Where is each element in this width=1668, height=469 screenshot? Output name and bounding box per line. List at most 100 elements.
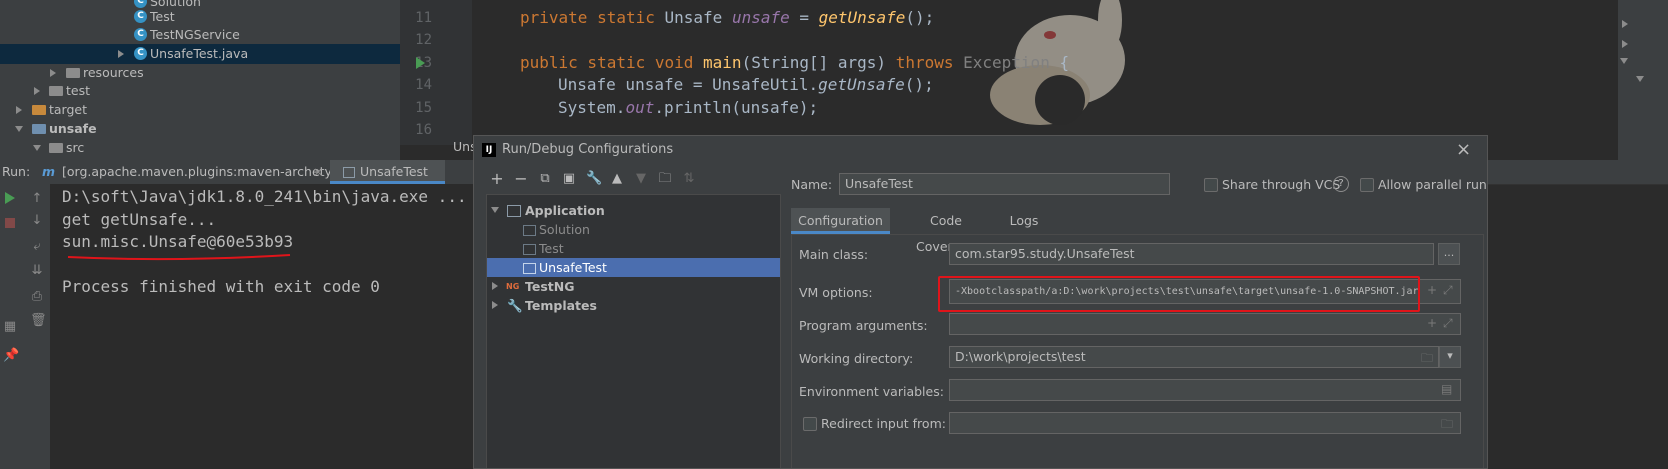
edit-list-icon[interactable]: ▤: [1441, 382, 1452, 396]
tree-item-unsafetest[interactable]: C UnsafeTest.java: [0, 44, 400, 64]
down-arrow-icon[interactable]: ↓: [30, 214, 44, 228]
pin-icon[interactable]: 📌: [3, 349, 19, 363]
help-icon[interactable]: ?: [1333, 176, 1349, 192]
expand-arrow-icon[interactable]: [1622, 40, 1628, 48]
collapse-arrow-icon[interactable]: [491, 207, 499, 213]
line-number: 16: [415, 122, 432, 138]
add-icon[interactable]: +: [1427, 283, 1437, 297]
folder-icon[interactable]: 🗀: [1441, 415, 1453, 436]
tab-logs[interactable]: Logs: [1004, 208, 1044, 234]
print-icon[interactable]: ⎙: [30, 290, 44, 304]
new-folder-icon[interactable]: 🗀: [658, 172, 672, 186]
scroll-to-end-icon[interactable]: ⇊: [30, 264, 44, 278]
module-icon: [32, 124, 46, 134]
main-class-field[interactable]: com.star95.study.UnsafeTest: [949, 243, 1434, 265]
folder-icon: [32, 105, 46, 115]
run-debug-dialog: IJ Run/Debug Configurations × + − ⧉ ▣ 🔧 …: [473, 135, 1488, 469]
tree-item-label: unsafe: [49, 121, 97, 136]
trash-icon[interactable]: 🗑: [30, 314, 47, 328]
tab-code-coverage[interactable]: Code Coverage: [901, 208, 991, 254]
line-number: 11: [415, 10, 432, 26]
testng-icon: NG: [506, 282, 520, 291]
add-icon[interactable]: +: [490, 171, 504, 187]
stop-icon[interactable]: [5, 218, 15, 228]
collapse-arrow-icon[interactable]: [1620, 58, 1628, 64]
folder-icon[interactable]: 🗀: [1421, 349, 1433, 370]
tree-node-testng[interactable]: NG TestNG: [487, 277, 780, 296]
program-arguments-field[interactable]: [949, 313, 1461, 335]
background-image: [990, 0, 1125, 125]
config-item-unsafetest[interactable]: UnsafeTest: [487, 258, 780, 277]
redirect-input-checkbox[interactable]: [803, 417, 817, 431]
expand-arrow-icon[interactable]: [492, 301, 498, 309]
browse-button[interactable]: ...: [1438, 243, 1460, 265]
share-vcs-checkbox[interactable]: [1204, 178, 1218, 192]
config-item-test[interactable]: Test: [487, 239, 780, 258]
tree-node-templates[interactable]: 🔧 Templates: [487, 296, 780, 315]
working-directory-field[interactable]: D:\work\projects\test: [949, 346, 1439, 368]
tree-item-resources[interactable]: resources: [0, 63, 400, 83]
project-tree-panel: C Solution C Test C TestNGService C Unsa…: [0, 0, 400, 168]
up-arrow-icon[interactable]: ↑: [30, 192, 44, 206]
code-line-13: public static void main(String[] args) t…: [520, 53, 1070, 72]
collapse-arrow-icon[interactable]: [33, 145, 41, 151]
close-icon[interactable]: ×: [1456, 136, 1471, 164]
console-line: get getUnsafe...: [62, 210, 217, 229]
expand-arrow-icon[interactable]: [118, 50, 124, 58]
move-up-icon[interactable]: ▲: [610, 172, 624, 186]
tree-item-label: TestNGService: [150, 27, 240, 42]
redirect-input-field[interactable]: [949, 412, 1461, 434]
tree-item-target[interactable]: target: [0, 100, 400, 120]
console-icon: [343, 167, 355, 178]
console-output[interactable]: D:\soft\Java\jdk1.8.0_241\bin\java.exe .…: [50, 184, 475, 469]
share-vcs-label: Share through VCS: [1222, 177, 1341, 192]
sort-icon[interactable]: ⇅: [682, 172, 696, 186]
run-tab-unsafetest[interactable]: UnsafeTest: [330, 160, 445, 184]
move-down-icon[interactable]: ▼: [634, 172, 648, 186]
tab-configuration[interactable]: Configuration: [791, 208, 890, 234]
tree-node-application[interactable]: Application: [487, 201, 780, 220]
close-tab-icon[interactable]: ×: [313, 160, 323, 184]
tree-item-testngservice[interactable]: C TestNGService: [0, 25, 400, 45]
environment-variables-label: Environment variables:: [799, 384, 944, 399]
save-icon[interactable]: ▣: [562, 172, 576, 186]
collapse-arrow-icon[interactable]: [1636, 76, 1644, 82]
layout-icon[interactable]: ▦: [3, 320, 17, 334]
console-line: D:\soft\Java\jdk1.8.0_241\bin\java.exe .…: [62, 187, 467, 206]
run-tab-maven[interactable]: [org.apache.maven.plugins:maven-archetyp…: [62, 160, 352, 184]
expand-arrow-icon[interactable]: [50, 69, 56, 77]
application-icon: [523, 244, 536, 255]
rerun-icon[interactable]: [5, 192, 15, 204]
expand-icon[interactable]: ⤢: [1443, 283, 1453, 298]
highlight-annotation: [938, 276, 1420, 312]
tree-item-src[interactable]: src: [0, 138, 400, 158]
remove-icon[interactable]: −: [514, 171, 528, 187]
name-field[interactable]: UnsafeTest: [839, 173, 1170, 195]
expand-icon[interactable]: ⤢: [1443, 316, 1453, 331]
collapse-arrow-icon[interactable]: [15, 126, 23, 132]
tree-item-test-class[interactable]: C Test: [0, 7, 400, 27]
add-icon[interactable]: +: [1427, 316, 1437, 330]
expand-arrow-icon[interactable]: [16, 106, 22, 114]
config-item-solution[interactable]: Solution: [487, 220, 780, 239]
dialog-title-bar[interactable]: IJ Run/Debug Configurations ×: [474, 136, 1487, 164]
line-number: 12: [415, 32, 432, 48]
right-structure-panel: [1618, 0, 1668, 160]
expand-arrow-icon[interactable]: [1622, 20, 1628, 28]
copy-icon[interactable]: ⧉: [538, 172, 552, 186]
console-line: Process finished with exit code 0: [62, 277, 380, 296]
run-gutter-icon[interactable]: [416, 57, 425, 69]
allow-parallel-checkbox[interactable]: [1360, 178, 1374, 192]
working-directory-dropdown[interactable]: ▾: [1439, 346, 1461, 368]
expand-arrow-icon[interactable]: [34, 87, 40, 95]
folder-icon: [49, 143, 63, 153]
code-editor[interactable]: 11 12 13 14 15 16 private static Unsafe …: [400, 0, 1618, 145]
tree-item-unsafe-module[interactable]: unsafe: [0, 119, 400, 139]
expand-arrow-icon[interactable]: [492, 282, 498, 290]
environment-variables-field[interactable]: [949, 379, 1461, 401]
allow-parallel-label: Allow parallel run: [1378, 177, 1487, 192]
soft-wrap-icon[interactable]: ⤶: [30, 240, 44, 254]
wrench-icon[interactable]: 🔧: [586, 172, 602, 186]
tree-item-test-folder[interactable]: test: [0, 81, 400, 101]
line-number: 14: [415, 77, 432, 93]
